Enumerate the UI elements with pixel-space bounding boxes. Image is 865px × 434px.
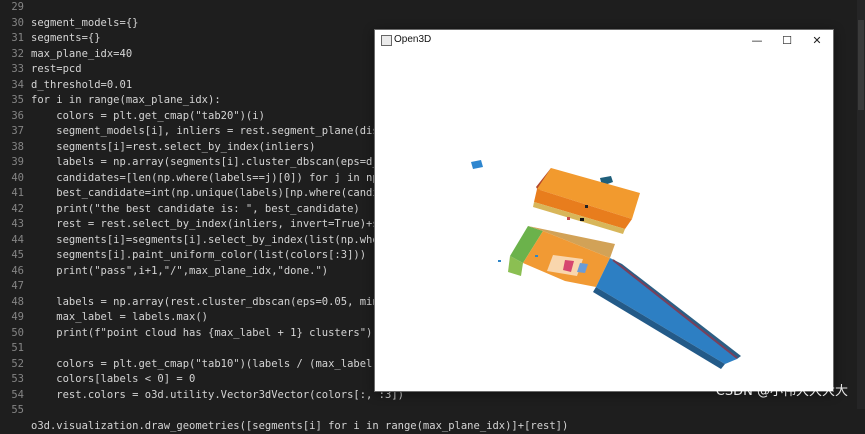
maximize-button[interactable]: ☐ bbox=[772, 30, 802, 50]
line-number: 33 bbox=[0, 62, 24, 78]
3d-viewport[interactable] bbox=[375, 50, 833, 391]
line-number: 39 bbox=[0, 155, 24, 171]
line-number: 45 bbox=[0, 248, 24, 264]
window-title: Open3D bbox=[394, 34, 431, 45]
line-number: 48 bbox=[0, 295, 24, 311]
line-number: 47 bbox=[0, 279, 24, 295]
line-number: 35 bbox=[0, 93, 24, 109]
line-number: 55 bbox=[0, 403, 24, 419]
line-number-gutter: 2930313233343536373839404142434445464748… bbox=[0, 0, 24, 409]
editor-scrollbar[interactable] bbox=[857, 0, 865, 409]
line-number: 44 bbox=[0, 233, 24, 249]
line-number: 43 bbox=[0, 217, 24, 233]
close-button[interactable]: ✕ bbox=[802, 30, 832, 50]
line-number: 38 bbox=[0, 140, 24, 156]
segment-blue-long bbox=[593, 258, 741, 369]
editor-scrollbar-thumb[interactable] bbox=[858, 20, 864, 110]
line-number: 41 bbox=[0, 186, 24, 202]
line-number: 31 bbox=[0, 31, 24, 47]
line-number: 50 bbox=[0, 326, 24, 342]
segment-orange bbox=[533, 168, 640, 234]
point-cloud-render[interactable] bbox=[375, 50, 833, 391]
open3d-window[interactable]: Open3D — ☐ ✕ bbox=[374, 29, 834, 392]
line-number: 42 bbox=[0, 202, 24, 218]
segment-green-blue-block bbox=[508, 226, 615, 287]
code-line[interactable] bbox=[31, 403, 865, 419]
segment-blue-small bbox=[471, 160, 483, 169]
line-number: 34 bbox=[0, 78, 24, 94]
watermark: CSDN @小伟大大大大 bbox=[716, 380, 848, 399]
line-number: 37 bbox=[0, 124, 24, 140]
line-number: 29 bbox=[0, 0, 24, 16]
line-number: 54 bbox=[0, 388, 24, 404]
line-number: 53 bbox=[0, 372, 24, 388]
speck bbox=[585, 205, 588, 208]
line-number: 36 bbox=[0, 109, 24, 125]
minimize-button[interactable]: — bbox=[742, 30, 772, 50]
speck bbox=[535, 255, 538, 257]
line-number: 30 bbox=[0, 16, 24, 32]
code-line[interactable] bbox=[31, 0, 865, 16]
speck bbox=[498, 260, 501, 262]
window-titlebar[interactable]: Open3D — ☐ ✕ bbox=[375, 30, 833, 50]
speck bbox=[580, 218, 584, 221]
app-icon bbox=[381, 35, 392, 46]
line-number: 32 bbox=[0, 47, 24, 63]
line-number: 49 bbox=[0, 310, 24, 326]
line-number: 51 bbox=[0, 341, 24, 357]
speck bbox=[567, 217, 570, 220]
line-number: 40 bbox=[0, 171, 24, 187]
line-number: 52 bbox=[0, 357, 24, 373]
line-number: 46 bbox=[0, 264, 24, 280]
code-line[interactable]: o3d.visualization.draw_geometries([segme… bbox=[31, 419, 865, 434]
